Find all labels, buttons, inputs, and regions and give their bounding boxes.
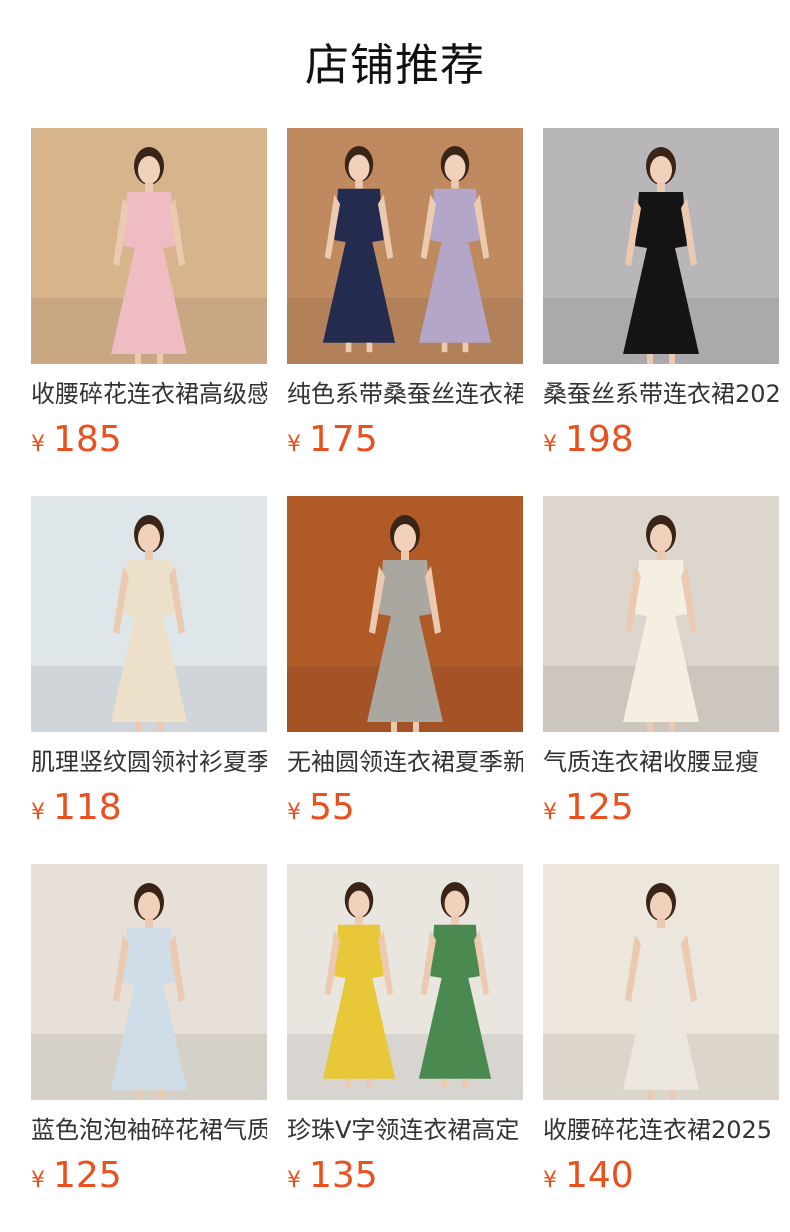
product-title[interactable]: 桑蚕丝系带连衣裙2025	[543, 378, 779, 410]
currency-symbol: ¥	[543, 432, 557, 457]
product-title[interactable]: 收腰碎花连衣裙2025	[543, 1114, 779, 1146]
price-row: ¥ 55	[287, 786, 523, 830]
price-row: ¥ 175	[287, 418, 523, 462]
product-card[interactable]: 珍珠V字领连衣裙高定 ¥ 135	[287, 864, 523, 1232]
product-price: 175	[309, 419, 378, 460]
product-image[interactable]	[31, 864, 267, 1100]
product-price: 140	[565, 1155, 634, 1196]
currency-symbol: ¥	[543, 1168, 557, 1193]
cream-blouse-photo	[31, 496, 267, 732]
white-dress-photo	[543, 496, 779, 732]
product-image[interactable]	[31, 128, 267, 364]
product-image[interactable]	[543, 496, 779, 732]
ink-floral-dress-photo	[543, 864, 779, 1100]
currency-symbol: ¥	[287, 1168, 301, 1193]
product-card[interactable]: 收腰碎花连衣裙2025 ¥ 140	[543, 864, 779, 1232]
price-row: ¥ 140	[543, 1154, 779, 1198]
product-image[interactable]	[543, 128, 779, 364]
price-row: ¥ 198	[543, 418, 779, 462]
blue-floral-dress-photo	[31, 864, 267, 1100]
product-grid: 收腰碎花连衣裙高级感 ¥ 185 纯色系带桑蚕丝连衣裙 ¥ 175 桑蚕丝系带连…	[31, 128, 779, 1232]
product-image[interactable]	[31, 496, 267, 732]
black-dress-photo	[543, 128, 779, 364]
page-title: 店铺推荐	[305, 40, 485, 91]
navy-and-lilac-dress-photo	[287, 128, 523, 364]
product-title[interactable]: 蓝色泡泡袖碎花裙气质	[31, 1114, 267, 1146]
product-price: 55	[309, 787, 355, 828]
product-price: 125	[53, 1155, 122, 1196]
price-row: ¥ 125	[543, 786, 779, 830]
product-price: 118	[53, 787, 122, 828]
price-row: ¥ 135	[287, 1154, 523, 1198]
product-image[interactable]	[543, 864, 779, 1100]
product-title[interactable]: 肌理竖纹圆领衬衫夏季	[31, 746, 267, 778]
currency-symbol: ¥	[31, 1168, 45, 1193]
currency-symbol: ¥	[287, 800, 301, 825]
pink-floral-dress-photo	[31, 128, 267, 364]
product-image[interactable]	[287, 128, 523, 364]
product-title[interactable]: 无袖圆领连衣裙夏季新	[287, 746, 523, 778]
product-card[interactable]: 蓝色泡泡袖碎花裙气质 ¥ 125	[31, 864, 267, 1232]
product-price: 198	[565, 419, 634, 460]
price-row: ¥ 185	[31, 418, 267, 462]
currency-symbol: ¥	[31, 800, 45, 825]
currency-symbol: ¥	[543, 800, 557, 825]
price-row: ¥ 118	[31, 786, 267, 830]
currency-symbol: ¥	[287, 432, 301, 457]
yellow-and-green-dress-photo	[287, 864, 523, 1100]
product-card[interactable]: 收腰碎花连衣裙高级感 ¥ 185	[31, 128, 267, 496]
product-image[interactable]	[287, 496, 523, 732]
product-card[interactable]: 桑蚕丝系带连衣裙2025 ¥ 198	[543, 128, 779, 496]
product-card[interactable]: 纯色系带桑蚕丝连衣裙 ¥ 175	[287, 128, 523, 496]
product-image[interactable]	[287, 864, 523, 1100]
product-price: 125	[565, 787, 634, 828]
price-row: ¥ 125	[31, 1154, 267, 1198]
product-title[interactable]: 珍珠V字领连衣裙高定	[287, 1114, 523, 1146]
product-title[interactable]: 收腰碎花连衣裙高级感	[31, 378, 267, 410]
product-price: 185	[53, 419, 122, 460]
paisley-sleeveless-dress-photo	[287, 496, 523, 732]
product-card[interactable]: 无袖圆领连衣裙夏季新 ¥ 55	[287, 496, 523, 864]
product-title[interactable]: 气质连衣裙收腰显瘦	[543, 746, 779, 778]
product-price: 135	[309, 1155, 378, 1196]
product-title[interactable]: 纯色系带桑蚕丝连衣裙	[287, 378, 523, 410]
product-card[interactable]: 肌理竖纹圆领衬衫夏季 ¥ 118	[31, 496, 267, 864]
product-card[interactable]: 气质连衣裙收腰显瘦 ¥ 125	[543, 496, 779, 864]
currency-symbol: ¥	[31, 432, 45, 457]
